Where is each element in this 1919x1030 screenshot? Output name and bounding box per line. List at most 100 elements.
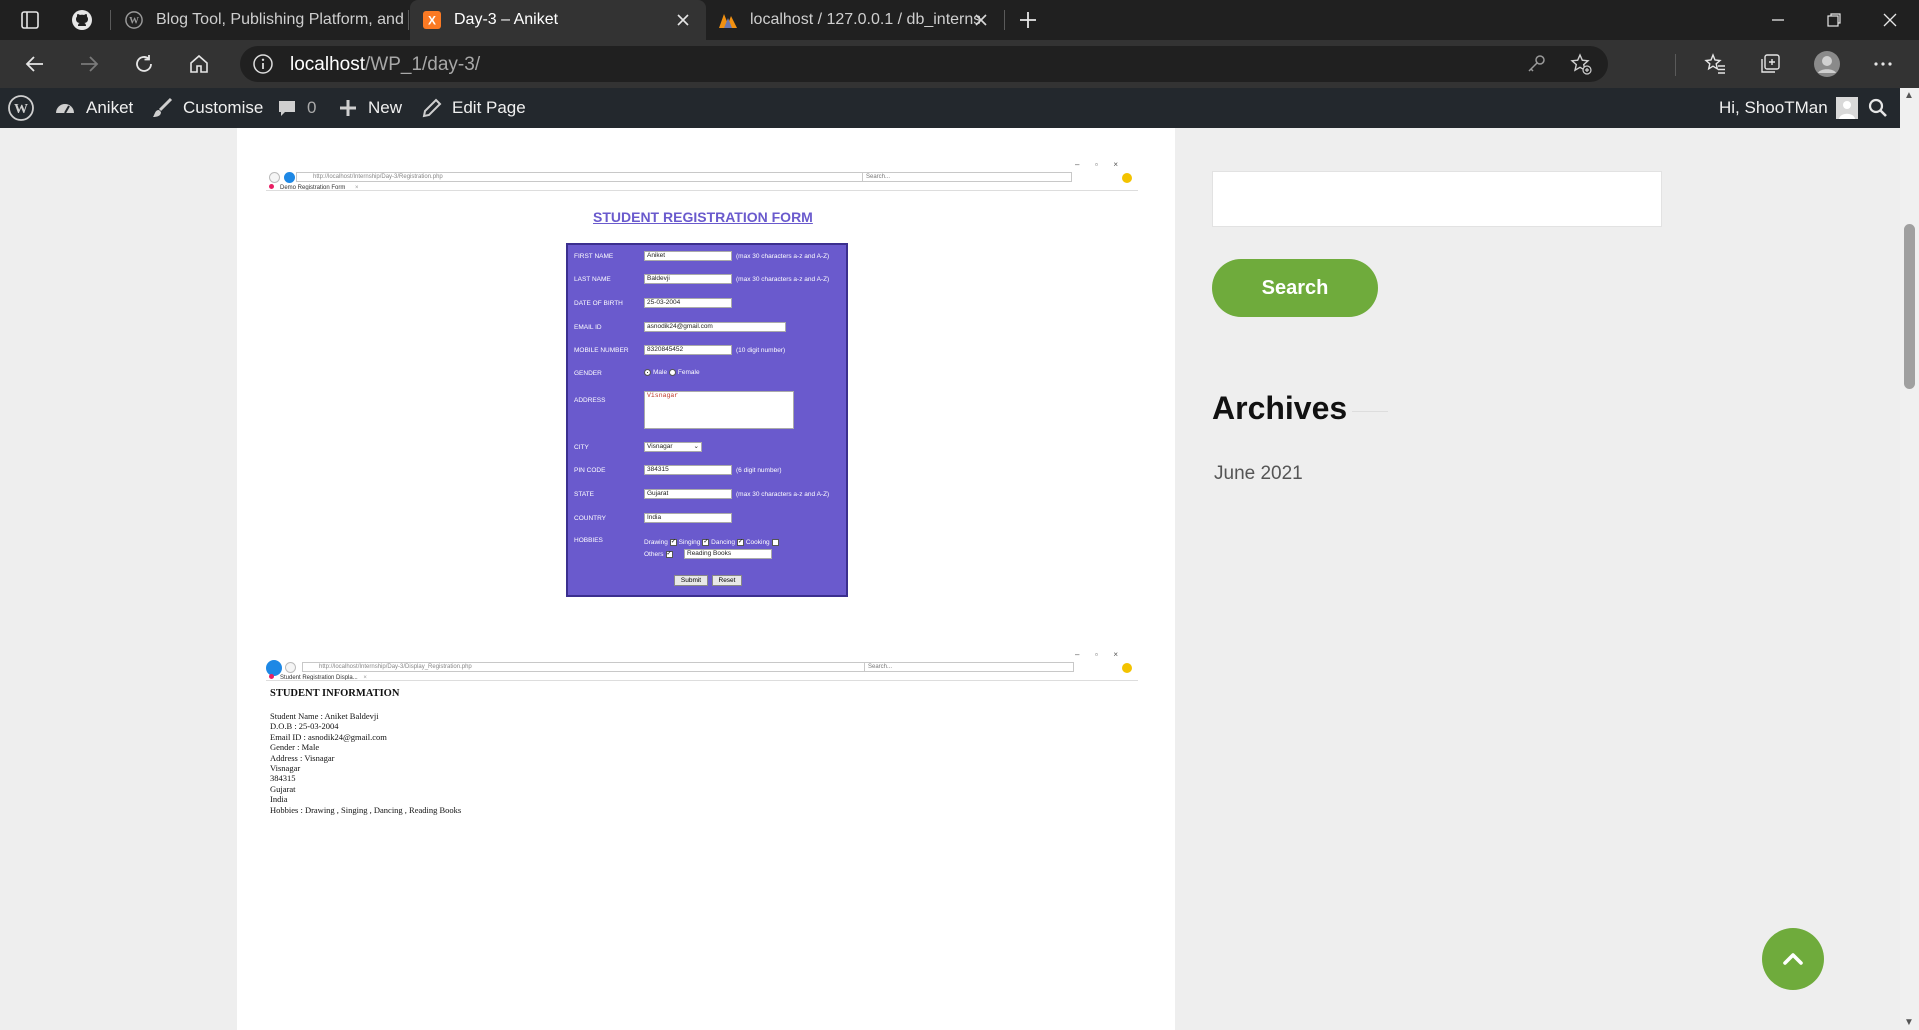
student-info-block: STUDENT INFORMATION Student Name : Anike… <box>270 688 461 815</box>
sidebar-search-button[interactable]: Search <box>1212 259 1378 317</box>
info-line: Gender : Male <box>270 742 320 753</box>
tab-separator <box>408 10 409 30</box>
search-icon[interactable] <box>1868 88 1898 128</box>
admin-comments-link[interactable]: 0 <box>277 88 316 128</box>
label-city: CITY <box>574 444 589 451</box>
info-line: Hobbies : Drawing , Singing , Dancing , … <box>270 804 462 815</box>
archive-link[interactable]: June 2021 <box>1214 463 1303 485</box>
refresh-icon[interactable] <box>127 48 161 80</box>
tab-separator <box>110 10 111 30</box>
comment-icon <box>279 101 295 116</box>
registration-form-screenshot: http://localhost/Internship/Day-3/Regist… <box>266 160 1138 597</box>
mini-browser-chrome: http://localhost/Internship/Day-3/Displa… <box>266 650 1138 681</box>
admin-account-menu[interactable]: Hi, ShooTMan <box>1719 88 1858 128</box>
other-hobby-row: Others ✓ <box>644 551 673 559</box>
admin-customise-link[interactable]: Customise <box>151 88 263 128</box>
mini-search-box: Search... <box>864 662 1074 672</box>
mini-tab-divider <box>266 680 1138 681</box>
mini-smiley-icon <box>1122 663 1132 673</box>
scroll-up-icon[interactable]: ▲ <box>1904 90 1914 101</box>
input-country: India <box>644 513 732 523</box>
tab-actions-icon[interactable] <box>18 8 42 32</box>
restore-icon[interactable] <box>1806 0 1862 40</box>
info-line: Gujarat <box>270 783 296 794</box>
hobbies-checkbox-group: Drawing ✓ Singing ✓ Dancing ✓ Cooking <box>644 539 779 546</box>
mini-tab-divider <box>266 190 1138 191</box>
info-icon[interactable] <box>252 53 274 75</box>
add-favorite-icon[interactable] <box>1570 53 1592 75</box>
title-underline <box>1352 411 1388 412</box>
label-first-name: FIRST NAME <box>574 253 614 260</box>
label-address: ADDRESS <box>574 397 606 404</box>
reset-button: Reset <box>712 575 742 586</box>
avatar <box>1835 97 1858 119</box>
info-line: Email ID : asnodik24@gmail.com <box>270 731 387 742</box>
back-arrow-icon[interactable] <box>18 48 52 80</box>
hint-first-name: (max 30 characters a-z and A-Z) <box>736 253 830 260</box>
home-icon[interactable] <box>182 48 216 80</box>
mini-window-controls: – ▫ × <box>1075 650 1119 659</box>
tab-title: localhost / 127.0.0.1 / db_internship <box>750 11 980 28</box>
browser-toolbar: localhost/WP_1/day-3/ <box>0 40 1919 88</box>
page-viewport: http://localhost/Internship/Day-3/Regist… <box>0 128 1900 1030</box>
scrollbar-thumb[interactable] <box>1904 224 1915 389</box>
hint-state: (max 30 characters a-z and A-Z) <box>736 491 830 498</box>
post-content: http://localhost/Internship/Day-3/Regist… <box>237 128 1175 1030</box>
label-pin: PIN CODE <box>574 467 606 474</box>
profile-avatar-icon[interactable] <box>1810 48 1844 80</box>
submit-button: Submit <box>674 575 708 586</box>
favorites-icon[interactable] <box>1698 48 1732 80</box>
gender-radio-group: Male Female <box>644 369 700 376</box>
mini-search-box: Search... <box>862 172 1072 182</box>
key-icon[interactable] <box>1525 53 1547 75</box>
scroll-down-icon[interactable]: ▼ <box>1904 1017 1914 1028</box>
github-icon[interactable] <box>70 8 94 32</box>
forward-arrow-icon[interactable] <box>72 48 106 80</box>
student-info-screenshot: http://localhost/Internship/Day-3/Displa… <box>266 650 1138 830</box>
new-label: New <box>368 98 403 117</box>
wordpress-icon: W <box>124 10 144 30</box>
chevron-up-icon <box>1783 953 1803 965</box>
address-bar[interactable]: localhost/WP_1/day-3/ <box>240 46 1608 82</box>
dashboard-icon <box>56 104 74 114</box>
tab-title: Day-3 – Aniket <box>454 11 559 28</box>
greeting-text: Hi, ShooTMan <box>1719 98 1828 117</box>
hint-last-name: (max 30 characters a-z and A-Z) <box>736 276 830 283</box>
svg-text:W: W <box>129 16 139 27</box>
input-mobile: 8320845452 <box>644 345 732 355</box>
tab-phpmyadmin[interactable]: localhost / 127.0.0.1 / db_internship <box>706 0 1004 40</box>
tab-wordpress[interactable]: W Blog Tool, Publishing Platform, and CM… <box>112 0 410 40</box>
window-close-icon[interactable] <box>1862 0 1918 40</box>
label-mobile: MOBILE NUMBER <box>574 347 629 354</box>
hint-mobile: (10 digit number) <box>736 347 786 354</box>
input-pin: 384315 <box>644 465 732 475</box>
sidebar-search-input[interactable] <box>1212 171 1662 227</box>
label-dob: DATE OF BIRTH <box>574 300 623 307</box>
minimize-icon[interactable] <box>1750 0 1806 40</box>
textarea-address: Visnagar <box>644 391 794 429</box>
label-gender: GENDER <box>574 370 602 377</box>
back-to-top-button[interactable] <box>1762 928 1824 990</box>
paintbrush-icon <box>153 97 173 117</box>
page-scrollbar[interactable]: ▲ ▼ <box>1900 88 1919 1030</box>
more-options-icon[interactable] <box>1866 48 1900 80</box>
tab-separator <box>1004 10 1005 30</box>
close-icon[interactable] <box>674 11 692 29</box>
info-line: India <box>270 794 288 805</box>
collections-icon[interactable] <box>1753 48 1787 80</box>
admin-edit-page-link[interactable]: Edit Page <box>422 88 526 128</box>
tab-day-3[interactable]: X Day-3 – Aniket <box>410 0 706 40</box>
mini-url: http://localhost/Internship/Day-3/Displa… <box>302 662 870 672</box>
admin-new-link[interactable]: New <box>338 88 402 128</box>
hint-pin: (6 digit number) <box>736 467 782 474</box>
xampp-icon: X <box>422 10 442 30</box>
admin-site-link[interactable]: Aniket <box>54 88 133 128</box>
close-icon[interactable] <box>972 11 990 29</box>
radio-female <box>668 369 676 376</box>
wordpress-logo-icon[interactable]: W <box>8 88 44 128</box>
comments-count: 0 <box>307 98 317 117</box>
customise-label: Customise <box>183 98 264 117</box>
edit-page-label: Edit Page <box>452 98 526 117</box>
new-tab-icon[interactable] <box>1016 8 1040 32</box>
url-text[interactable]: localhost/WP_1/day-3/ <box>290 54 480 76</box>
